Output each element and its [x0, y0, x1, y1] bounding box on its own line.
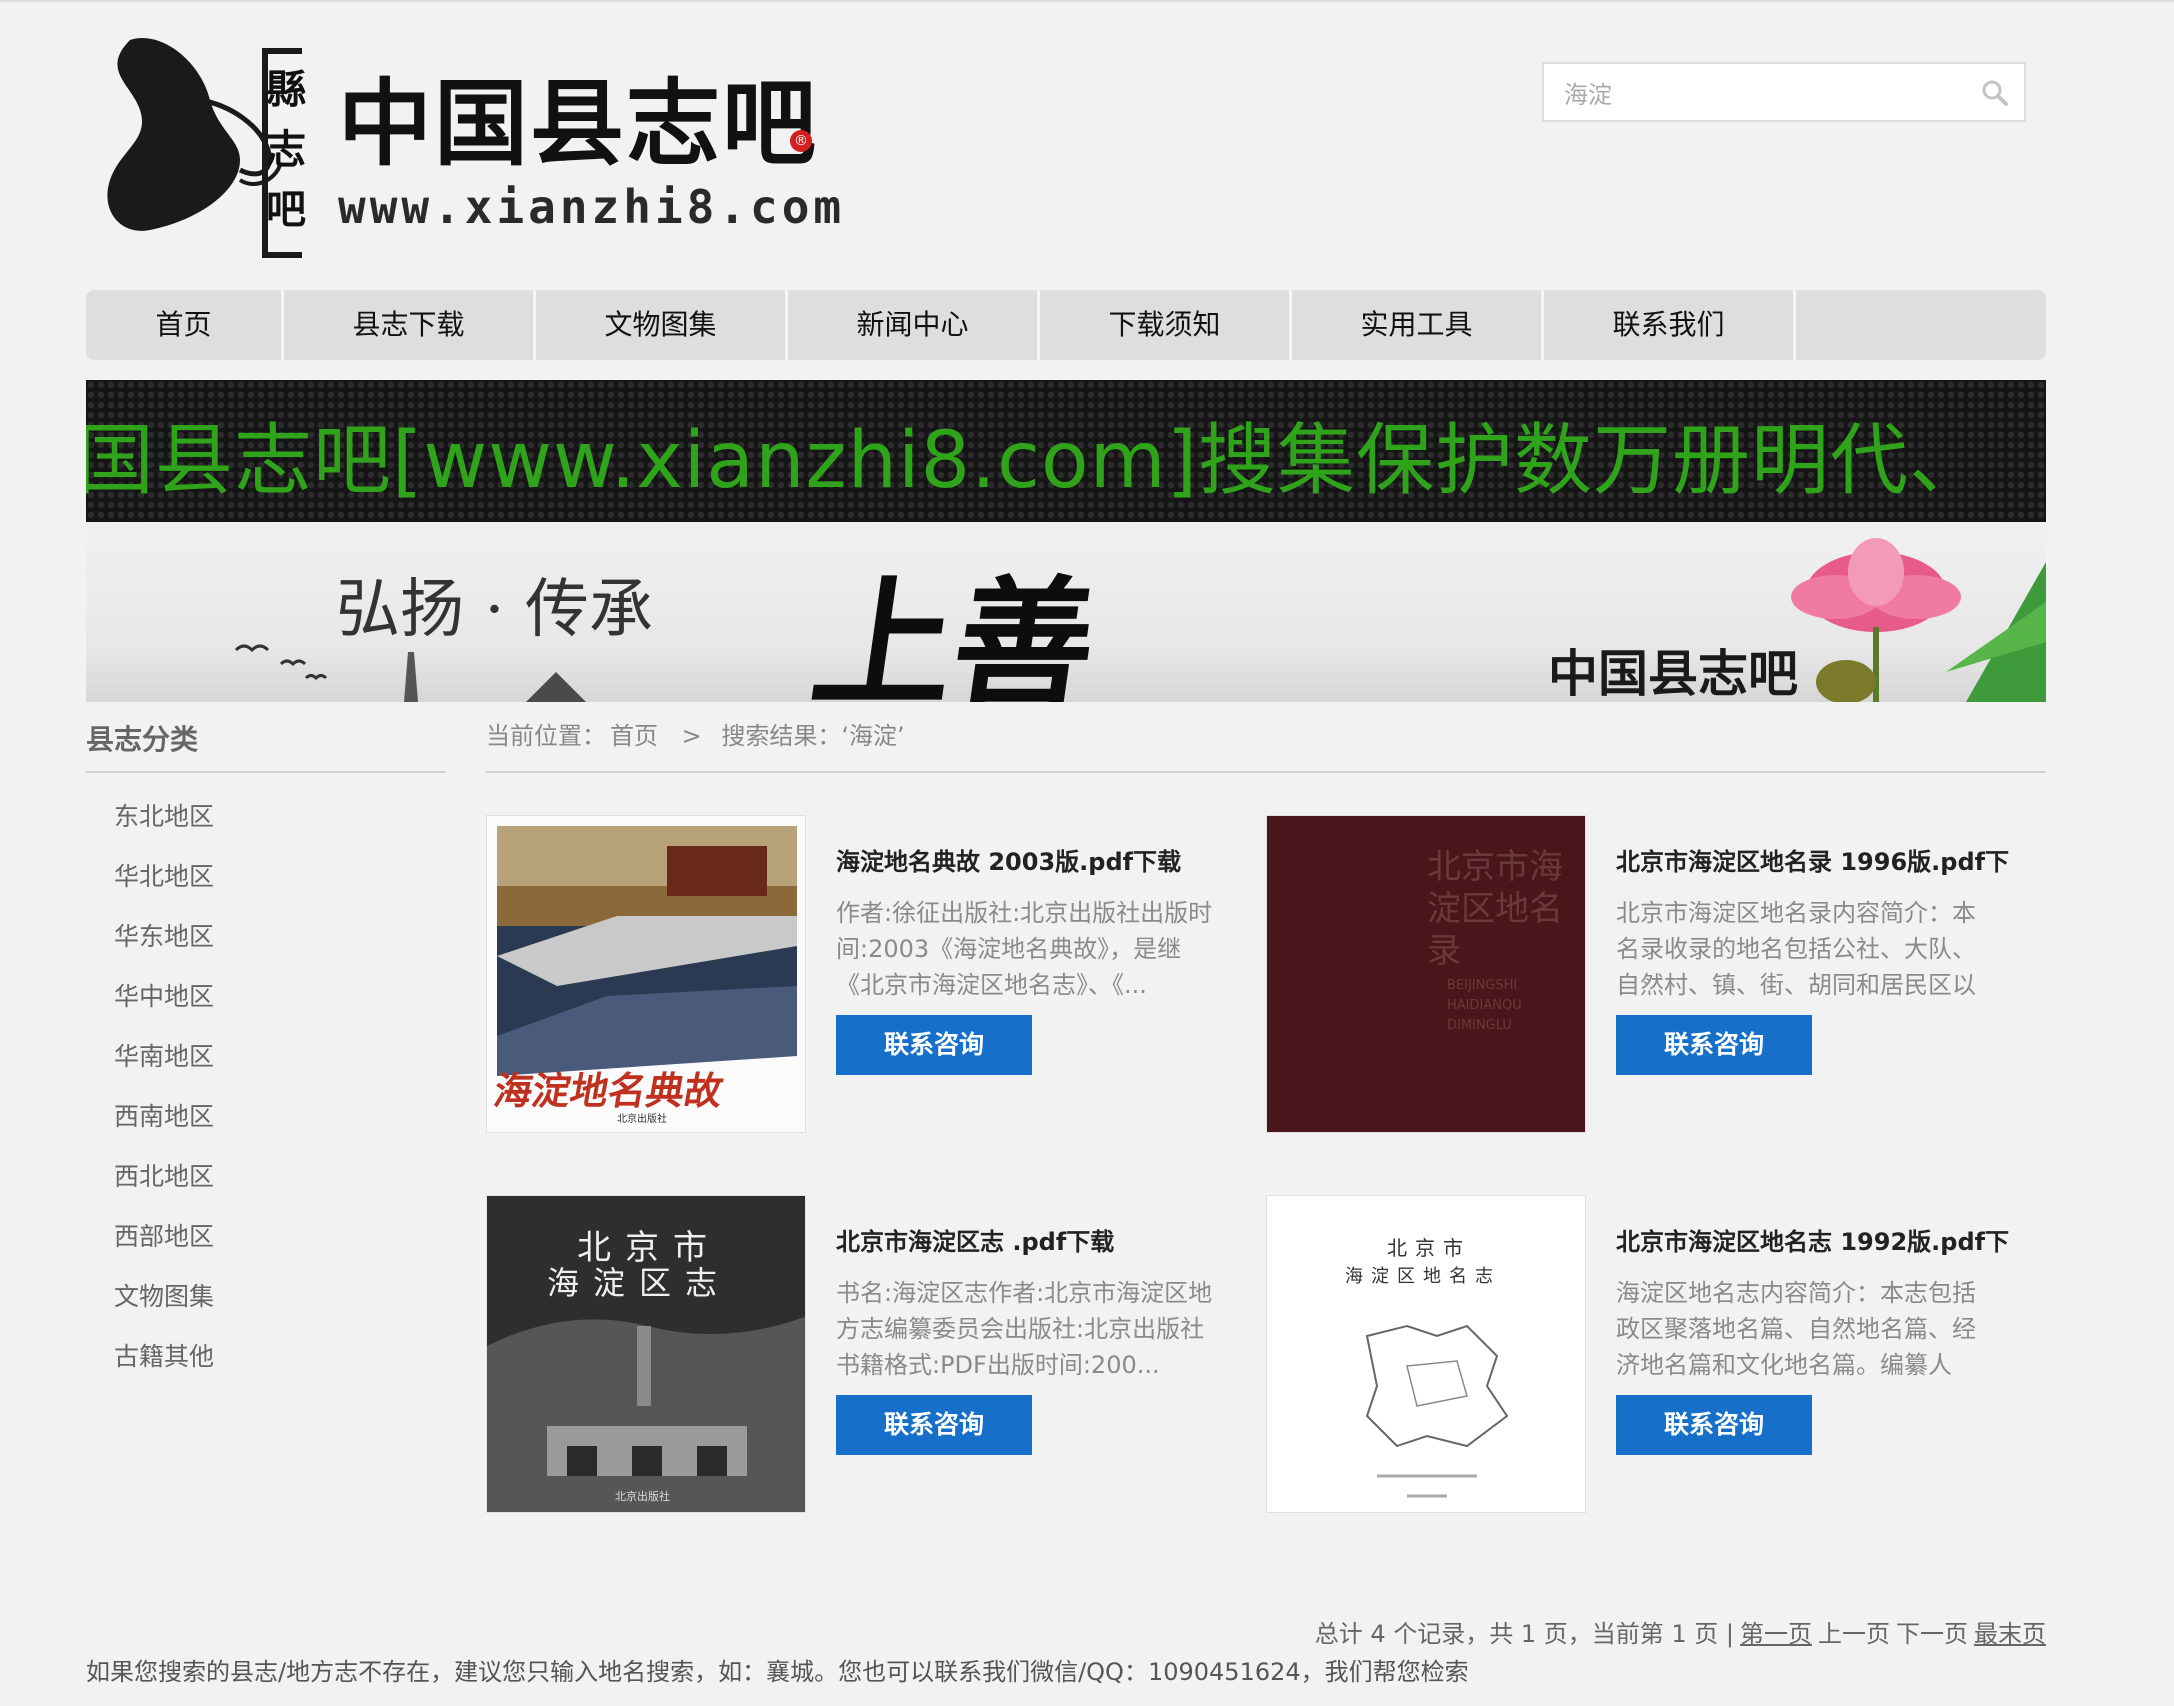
result-description: 作者:徐征出版社:北京出版社出版时间:2003《海淀地名典故》，是继《北京市海淀…: [836, 899, 1213, 999]
banner-slogan: 弘扬 · 传承: [336, 573, 654, 647]
nav-news-center[interactable]: 新闻中心: [788, 290, 1040, 360]
hero-banner: 弘扬 · 传承 上善 中国县志吧: [86, 522, 2046, 702]
contact-consult-button[interactable]: 联系咨询: [836, 1395, 1032, 1455]
main-nav: 首页 县志下载 文物图集 新闻中心 下载须知 实用工具 联系我们: [86, 290, 2046, 360]
contact-consult-button[interactable]: 联系咨询: [1616, 1395, 1812, 1455]
result-title[interactable]: 北京市海淀区地名志 1992版.pdf下: [1616, 1225, 2036, 1259]
book-cover-thumbnail[interactable]: 北京市 海淀区志 北京出版社: [486, 1195, 806, 1513]
book-cover-thumbnail[interactable]: 北京市 海淀区地名志: [1266, 1195, 1586, 1513]
sidebar-item-southwest[interactable]: 西南地区: [114, 1098, 214, 1158]
led-marquee-banner: 国县志吧[www.xianzhi8.com]搜集保护数万册明代、: [86, 380, 2046, 522]
sidebar-category-list: 东北地区 华北地区 华东地区 华中地区 华南地区 西南地区 西北地区 西部地区 …: [114, 798, 214, 1398]
cover-publisher-text: 北京出版社: [615, 1490, 670, 1503]
result-description: 北京市海淀区地名录内容简介：本名录收录的地名包括公社、大队、自然村、镇、街、胡同…: [1616, 899, 1976, 999]
nav-contact[interactable]: 联系我们: [1544, 290, 1796, 360]
result-card: 北京市海淀区地名录 BEIJINGSHI HAIDIANQU DIMINGLU …: [1266, 815, 2026, 1135]
pagination: 总计 4 个记录，共 1 页，当前第 1 页 | 第一页 上一页 下一页 最末页: [1315, 1614, 2046, 1649]
result-title[interactable]: 北京市海淀区地名录 1996版.pdf下: [1616, 845, 2036, 879]
sidebar-item-northeast[interactable]: 东北地区: [114, 798, 214, 858]
result-description: 书名:海淀区志作者:北京市海淀区地方志编纂委员会出版社:北京出版社书籍格式:PD…: [836, 1279, 1213, 1379]
nav-relics-atlas[interactable]: 文物图集: [536, 290, 788, 360]
cover-title-text: 北京市海淀区地名录: [1427, 847, 1563, 971]
logo-title: 中国县志吧: [338, 70, 819, 179]
sidebar-item-relics-atlas[interactable]: 文物图集: [114, 1278, 214, 1338]
sidebar-item-east[interactable]: 华东地区: [114, 918, 214, 978]
pagination-summary: 总计 4 个记录，共 1 页，当前第 1 页 |: [1314, 1620, 1734, 1648]
search-icon[interactable]: [1980, 78, 2010, 108]
breadcrumb: 当前位置： 首页 > 搜索结果：‘海淀’: [486, 718, 909, 754]
marquee-text: 国县志吧[www.xianzhi8.com]搜集保护数万册明代、: [86, 416, 1988, 506]
contact-consult-button[interactable]: 联系咨询: [836, 1015, 1032, 1075]
sidebar-item-west[interactable]: 西部地区: [114, 1218, 214, 1278]
pagination-last[interactable]: 最末页: [1974, 1620, 2046, 1648]
content-divider: [486, 771, 2046, 773]
pagination-prev[interactable]: 上一页: [1818, 1620, 1890, 1648]
result-card: 北京市 海淀区志 北京出版社 北京市海淀区志 .pdf下载 书名:海淀区志作者:…: [486, 1195, 1246, 1515]
breadcrumb-separator: >: [681, 722, 702, 750]
result-description: 海淀区地名志内容简介：本志包括政区聚落地名篇、自然地名篇、经济地名篇和文化地名篇…: [1616, 1279, 1976, 1379]
logo-vertical-text: 縣志吧: [266, 66, 306, 233]
site-logo[interactable]: 縣志吧 中国县志吧 ® www.xianzhi8.com: [90, 30, 850, 270]
sidebar-item-ancient-books[interactable]: 古籍其他: [114, 1338, 214, 1398]
nav-county-gazetteer-download[interactable]: 县志下载: [284, 290, 536, 360]
result-title[interactable]: 海淀地名典故 2003版.pdf下载: [836, 845, 1256, 879]
cover-pinyin-text: BEIJINGSHI HAIDIANQU DIMINGLU: [1447, 978, 1522, 1033]
cover-title-line2: 海淀区志: [547, 1264, 732, 1302]
sidebar-item-central[interactable]: 华中地区: [114, 978, 214, 1038]
result-card: 北京市 海淀区地名志 北京市海淀区地名志 1992版.pdf下 海淀区地名志内容…: [1266, 1195, 2026, 1515]
book-cover-thumbnail[interactable]: 海淀地名典故 北京出版社: [486, 815, 806, 1133]
nav-home[interactable]: 首页: [86, 290, 284, 360]
registered-mark: ®: [790, 130, 812, 152]
breadcrumb-home[interactable]: 首页: [610, 722, 658, 750]
search-tip-note: 如果您搜索的县志/地方志不存在，建议您只输入地名搜索，如：襄城。您也可以联系我们…: [86, 1658, 1469, 1686]
breadcrumb-current: 搜索结果：‘海淀’: [721, 722, 905, 750]
sidebar-divider: [86, 771, 446, 773]
nav-tools[interactable]: 实用工具: [1292, 290, 1544, 360]
cover-title-text: 海淀地名典故: [490, 1068, 727, 1113]
pagination-first[interactable]: 第一页: [1740, 1620, 1812, 1648]
banner-brand: 中国县志吧: [1548, 644, 1798, 702]
breadcrumb-label: 当前位置：: [486, 722, 606, 750]
search-input[interactable]: [1544, 64, 1964, 120]
sidebar-title: 县志分类: [86, 723, 199, 756]
cover-publisher-text: 北京出版社: [617, 1114, 667, 1125]
nav-download-notice[interactable]: 下载须知: [1040, 290, 1292, 360]
sidebar-item-northwest[interactable]: 西北地区: [114, 1158, 214, 1218]
search-box: [1542, 62, 2026, 122]
contact-consult-button[interactable]: 联系咨询: [1616, 1015, 1812, 1075]
book-cover-thumbnail[interactable]: 北京市海淀区地名录 BEIJINGSHI HAIDIANQU DIMINGLU: [1266, 815, 1586, 1133]
district-map-icon: [1365, 1324, 1509, 1498]
result-card: 海淀地名典故 北京出版社 海淀地名典故 2003版.pdf下载 作者:徐征出版社…: [486, 815, 1246, 1135]
result-title[interactable]: 北京市海淀区志 .pdf下载: [836, 1225, 1256, 1259]
top-border: [0, 0, 2174, 2]
sidebar-item-south[interactable]: 华南地区: [114, 1038, 214, 1098]
sidebar-item-north[interactable]: 华北地区: [114, 858, 214, 918]
logo-url: www.xianzhi8.com: [338, 180, 846, 234]
banner-calligraphy: 上善: [802, 563, 1106, 702]
pagination-next[interactable]: 下一页: [1896, 1620, 1968, 1648]
